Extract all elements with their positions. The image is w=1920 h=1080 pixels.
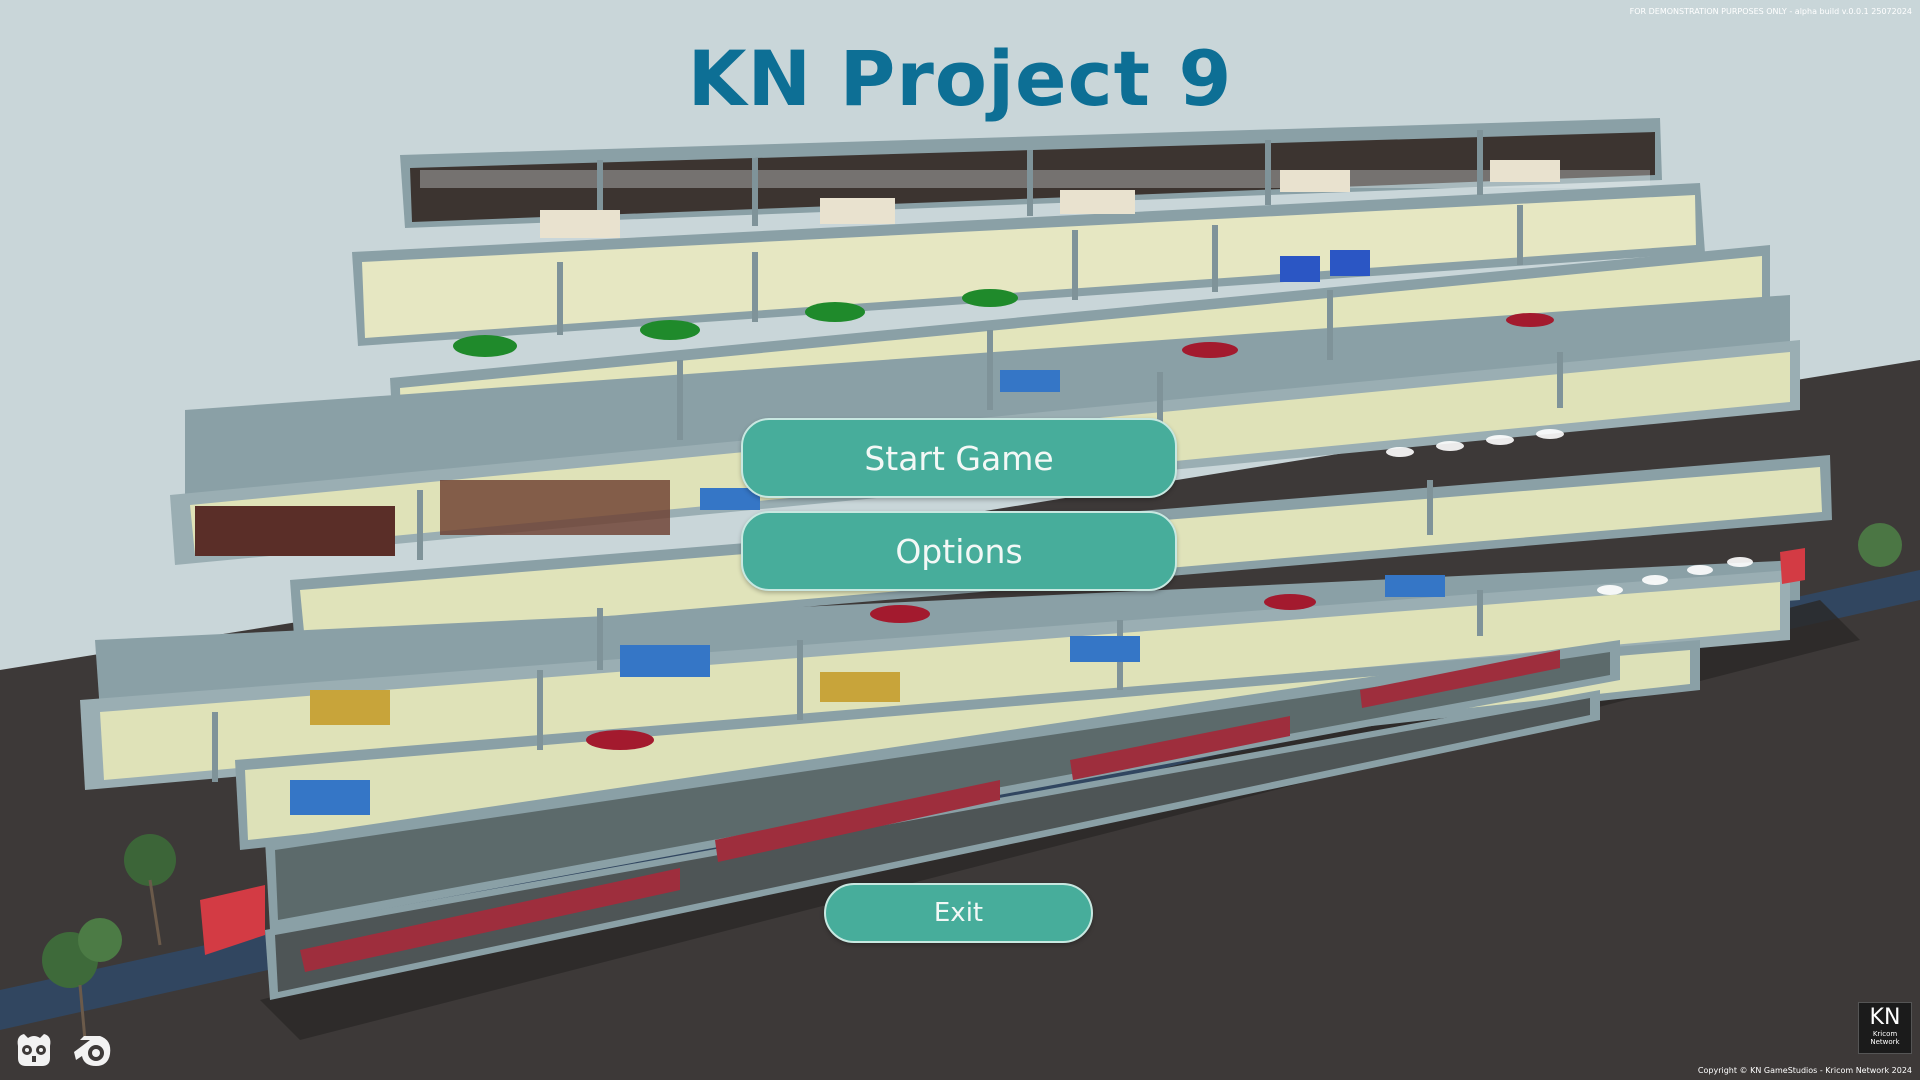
build-notice: FOR DEMONSTRATION PURPOSES ONLY - alpha … <box>1629 7 1912 16</box>
logo-mark: KN <box>1869 1005 1901 1030</box>
exit-button[interactable]: Exit <box>824 883 1093 943</box>
copyright-text: Copyright © KN GameStudios - Kricom Netw… <box>1697 1066 1912 1075</box>
game-title: KN Project 9 <box>687 34 1233 123</box>
options-button[interactable]: Options <box>741 511 1177 591</box>
blender-icon <box>74 1036 111 1066</box>
logo-line-2: Network <box>1870 1038 1900 1046</box>
start-game-button[interactable]: Start Game <box>741 418 1177 498</box>
godot-engine-icon <box>17 1034 51 1066</box>
kn-logo-icon: KN Kricom Network <box>1858 1002 1912 1054</box>
logo-line-1: Kricom <box>1872 1030 1898 1038</box>
